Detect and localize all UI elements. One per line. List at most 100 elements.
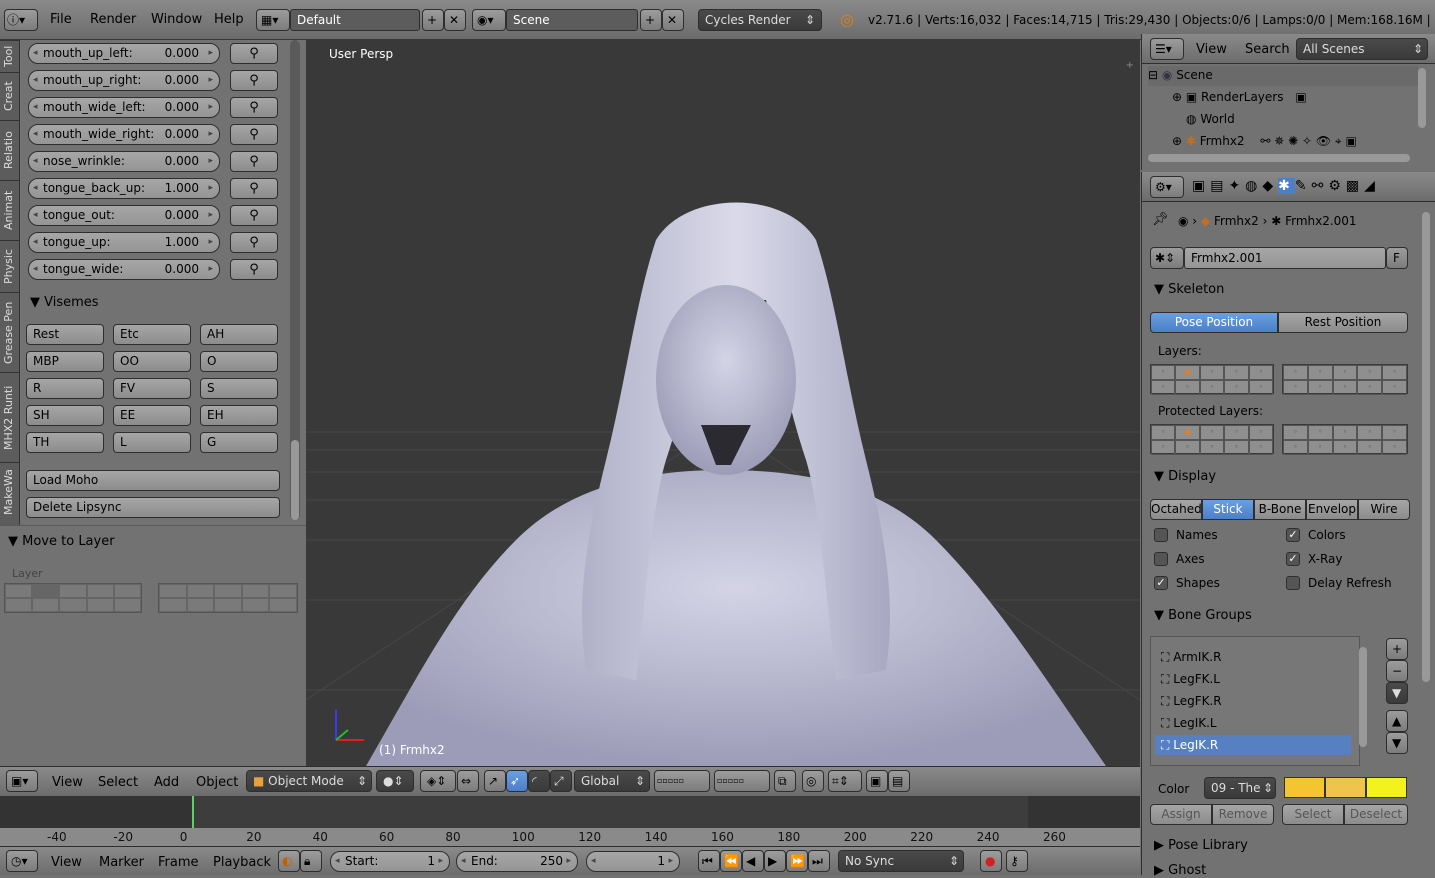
layer-grid-left[interactable] xyxy=(4,583,142,613)
shape-key-slider[interactable]: ◂ tongue_back_up: 1.000 ▸ xyxy=(28,178,220,199)
color-swatch[interactable] xyxy=(1284,777,1325,798)
fake-user-button[interactable]: F xyxy=(1386,247,1408,269)
bone-groups-header[interactable]: ▼ Bone Groups xyxy=(1154,608,1252,623)
menu-select[interactable]: Select xyxy=(98,775,138,790)
tab-animation[interactable]: Animat xyxy=(0,180,20,240)
increment-arrow-icon[interactable]: ▸ xyxy=(208,98,213,117)
decrement-arrow-icon[interactable]: ◂ xyxy=(33,179,38,198)
remove-button[interactable]: Remove xyxy=(1212,804,1274,825)
shape-key-slider[interactable]: ◂ tongue_up: 1.000 ▸ xyxy=(28,232,220,253)
pin-shape-button[interactable]: ⚲ xyxy=(230,70,278,91)
rest-position-button[interactable]: Rest Position xyxy=(1278,312,1408,333)
menu-marker[interactable]: Marker xyxy=(99,855,144,870)
shape-key-slider[interactable]: ◂ mouth_wide_left: 0.000 ▸ xyxy=(28,97,220,118)
outliner-filter-select[interactable]: All Scenes ⇕ xyxy=(1296,38,1428,60)
skeleton-header[interactable]: ▼ Skeleton xyxy=(1154,282,1224,297)
outliner-menu-search[interactable]: Search xyxy=(1245,42,1290,57)
layer-grid[interactable]: ◦ ◦ ◦ ◦ ◦ ◦ ◦ ◦ ◦ ◦ xyxy=(1282,424,1408,455)
bone-group-item[interactable]: ⛶ LegIK.R xyxy=(1155,735,1351,755)
decrement-arrow-icon[interactable]: ◂ xyxy=(33,260,38,279)
timeline-area[interactable]: -40 -20 0 20 40 60 80 100 120 140 160 180 200 220 240 2… xyxy=(0,796,1140,846)
render-engine-select[interactable]: Cycles Render ⇕ xyxy=(698,9,822,31)
scale-manipulator-icon[interactable]: ⤢ xyxy=(550,770,572,792)
shape-key-slider[interactable]: ◂ mouth_up_right: 0.000 ▸ xyxy=(28,70,220,91)
move-manipulator-icon[interactable]: ➶ xyxy=(506,770,528,792)
shape-key-slider[interactable]: ◂ tongue_wide: 0.000 ▸ xyxy=(28,259,220,280)
shape-key-slider[interactable]: ◂ nose_wrinkle: 0.000 ▸ xyxy=(28,151,220,172)
layer-grid-right[interactable] xyxy=(158,583,298,613)
menu-file[interactable]: File xyxy=(50,12,72,27)
increment-arrow-icon[interactable]: ▸ xyxy=(208,260,213,279)
menu-window[interactable]: Window xyxy=(151,12,202,27)
load-moho-button[interactable]: Load Moho xyxy=(26,470,280,491)
decrement-arrow-icon[interactable]: ◂ xyxy=(33,44,38,63)
outliner-item-world[interactable]: ◍ World xyxy=(1186,110,1235,128)
jump-next-key-button[interactable]: ⏩ xyxy=(786,850,808,872)
layer-grid[interactable]: ◦ ● ◦ ◦ ◦ ◦ ◦ ◦ ◦ ◦ xyxy=(1150,424,1274,455)
context-tab-icons[interactable]: ▣▤✦◍◆✱✎⚯⚙▩◢ xyxy=(1192,178,1380,194)
move-to-layer-header[interactable]: ▼ Move to Layer xyxy=(8,534,115,549)
jump-end-button[interactable]: ⏭ xyxy=(808,850,830,872)
properties-scrollbar[interactable] xyxy=(1422,212,1430,682)
bone-group-item[interactable]: ⛶ LegIK.L xyxy=(1155,713,1351,733)
proportional-edit-icon[interactable]: ◎ xyxy=(802,770,824,792)
lock-layers-icon[interactable]: ⧉ xyxy=(774,770,796,792)
increment-arrow-icon[interactable]: ▸ xyxy=(208,179,213,198)
pin-shape-button[interactable]: ⚲ xyxy=(230,97,278,118)
pin-icon[interactable]: 📌︎ xyxy=(1152,212,1169,227)
bone-groups-scrollbar[interactable] xyxy=(1359,647,1367,747)
viseme-button-eh[interactable]: EH xyxy=(200,405,278,426)
add-bone-group-button[interactable]: + xyxy=(1386,638,1408,660)
snap-icon[interactable]: ⌗⇕ xyxy=(828,770,862,792)
pivot-select[interactable]: ◈⇕ xyxy=(420,770,456,792)
lock-icon[interactable]: 🔒︎ xyxy=(300,850,322,872)
viseme-button-ah[interactable]: AH xyxy=(200,324,278,345)
bone-group-item[interactable]: ⛶ LegFK.L xyxy=(1155,669,1351,689)
manipulator-toggle[interactable]: ⇔ xyxy=(457,770,479,792)
viseme-button-rest[interactable]: Rest xyxy=(26,324,104,345)
checkbox-shapes[interactable]: ✓ xyxy=(1154,576,1168,590)
viseme-button-o[interactable]: O xyxy=(200,351,278,372)
checkbox-colors[interactable]: ✓ xyxy=(1286,528,1300,542)
rotate-manipulator-icon[interactable]: ◜ xyxy=(528,770,550,792)
display-mode-envelop[interactable]: Envelop xyxy=(1306,499,1358,520)
viseme-button-s[interactable]: S xyxy=(200,378,278,399)
add-screen-button[interactable]: + xyxy=(422,9,444,31)
timeline-editor-type[interactable]: ◷▾ xyxy=(6,850,38,872)
play-button[interactable]: ▶ xyxy=(764,850,786,872)
render-anim-icon[interactable]: ▤ xyxy=(888,770,910,792)
checkbox-x-ray[interactable]: ✓ xyxy=(1286,552,1300,566)
current-frame-marker[interactable] xyxy=(192,796,194,828)
viseme-button-oo[interactable]: OO xyxy=(113,351,191,372)
tab-mhx2-runtime[interactable]: MHX2 Runti xyxy=(0,372,20,462)
increment-arrow-icon[interactable]: ▸ xyxy=(208,152,213,171)
play-reverse-button[interactable]: ◀ xyxy=(742,850,764,872)
increment-arrow-icon[interactable]: ▸ xyxy=(208,44,213,63)
3d-viewport[interactable]: User Persp (1) Frmhx2 + xyxy=(306,40,1140,766)
pose-library-header[interactable]: ▶ Pose Library xyxy=(1154,838,1248,853)
display-mode-bbone[interactable]: B-Bone xyxy=(1254,499,1306,520)
menu-view[interactable]: View xyxy=(52,775,83,790)
jump-prev-key-button[interactable]: ⏪ xyxy=(720,850,742,872)
remove-bone-group-button[interactable]: − xyxy=(1386,660,1408,682)
display-mode-stick[interactable]: Stick xyxy=(1202,499,1254,520)
bone-group-specials-button[interactable]: ▼ xyxy=(1386,682,1408,704)
viseme-button-fv[interactable]: FV xyxy=(113,378,191,399)
checkbox-axes[interactable] xyxy=(1154,552,1168,566)
current-frame-field[interactable]: ◂ 1 ▸ xyxy=(586,851,680,872)
pin-shape-button[interactable]: ⚲ xyxy=(230,124,278,145)
armature-name-field[interactable]: Frmhx2.001 xyxy=(1184,247,1386,269)
viseme-button-mbp[interactable]: MBP xyxy=(26,351,104,372)
add-scene-button[interactable]: + xyxy=(640,9,662,31)
viseme-button-sh[interactable]: SH xyxy=(26,405,104,426)
sync-select[interactable]: No Sync ⇕ xyxy=(838,850,964,872)
tab-physics[interactable]: Physic xyxy=(0,240,20,292)
outliner-item-scene[interactable]: ⊟ ◉ Scene xyxy=(1148,66,1418,86)
menu-playback[interactable]: Playback xyxy=(213,855,271,870)
pin-shape-button[interactable]: ⚲ xyxy=(230,43,278,64)
translate-icon[interactable]: ↗ xyxy=(484,770,506,792)
start-frame-field[interactable]: ◂ Start: 1 ▸ xyxy=(330,851,450,872)
decrement-arrow-icon[interactable]: ◂ xyxy=(33,233,38,252)
deselect-button[interactable]: Deselect xyxy=(1344,804,1408,825)
decrement-arrow-icon[interactable]: ◂ xyxy=(33,125,38,144)
